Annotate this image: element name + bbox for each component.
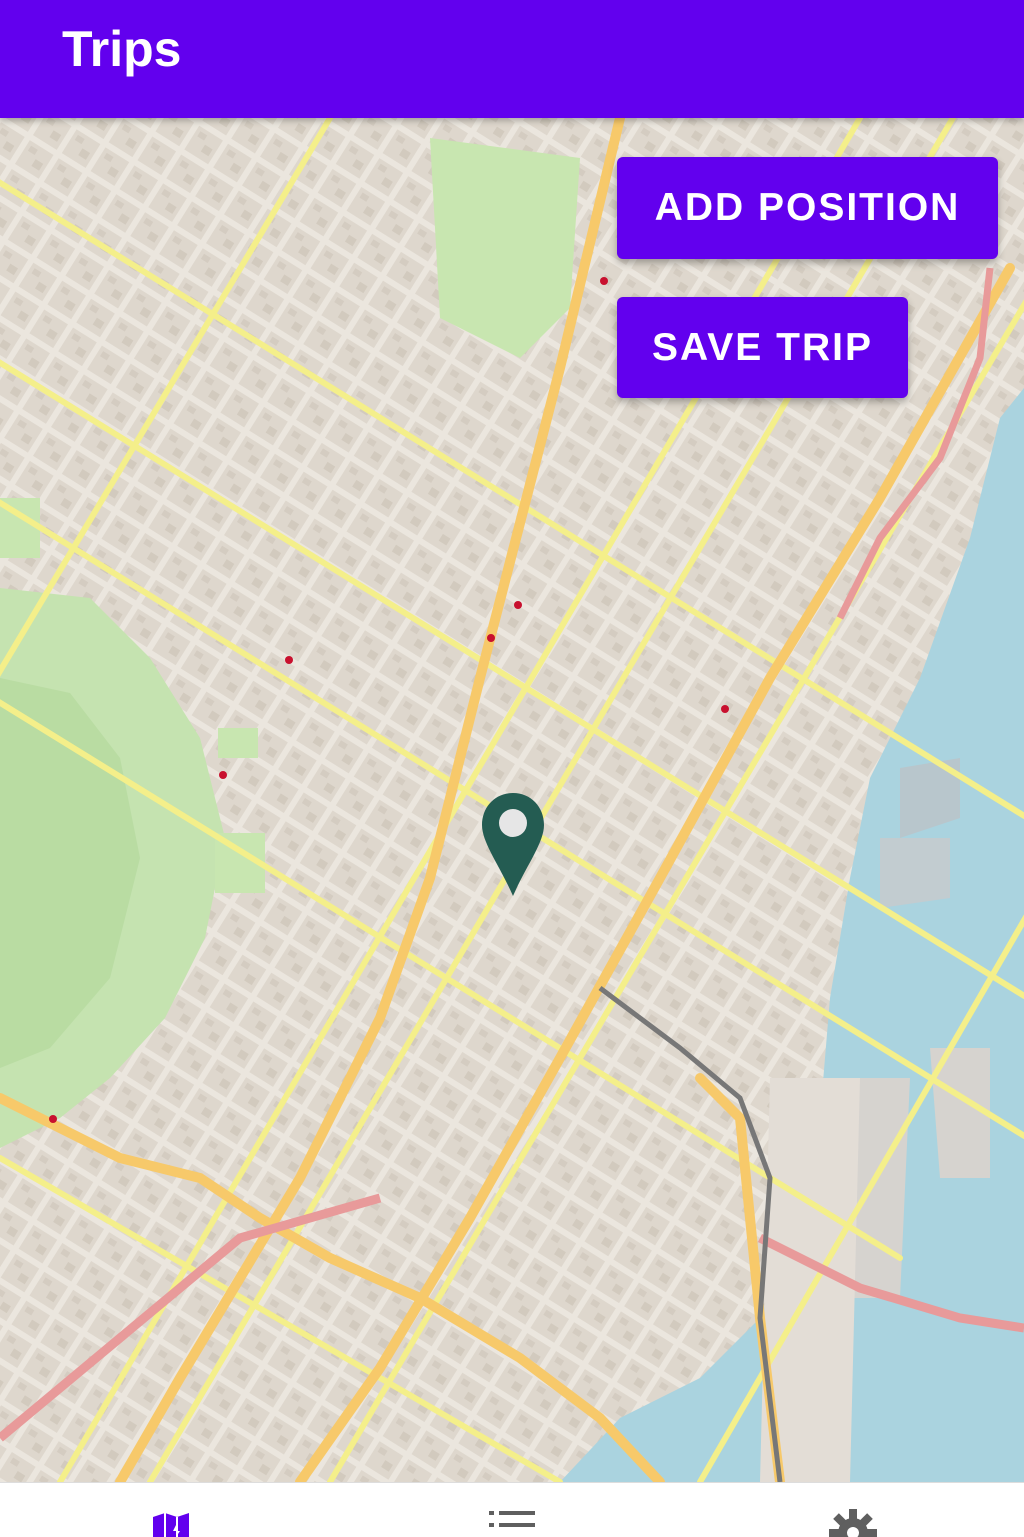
save-trip-button[interactable]: SAVE TRIP	[617, 297, 908, 398]
list-icon	[488, 1511, 535, 1527]
page-title: Trips	[62, 21, 182, 77]
bottom-navigation	[0, 1482, 1024, 1537]
nav-item-list[interactable]	[341, 1483, 682, 1537]
map-icon	[152, 1513, 189, 1537]
nav-item-settings[interactable]	[682, 1483, 1023, 1537]
app-bar: Trips	[0, 0, 1024, 118]
settings-icon	[828, 1509, 877, 1537]
add-position-button[interactable]: ADD POSITION	[617, 157, 998, 259]
nav-item-map[interactable]	[0, 1483, 341, 1537]
